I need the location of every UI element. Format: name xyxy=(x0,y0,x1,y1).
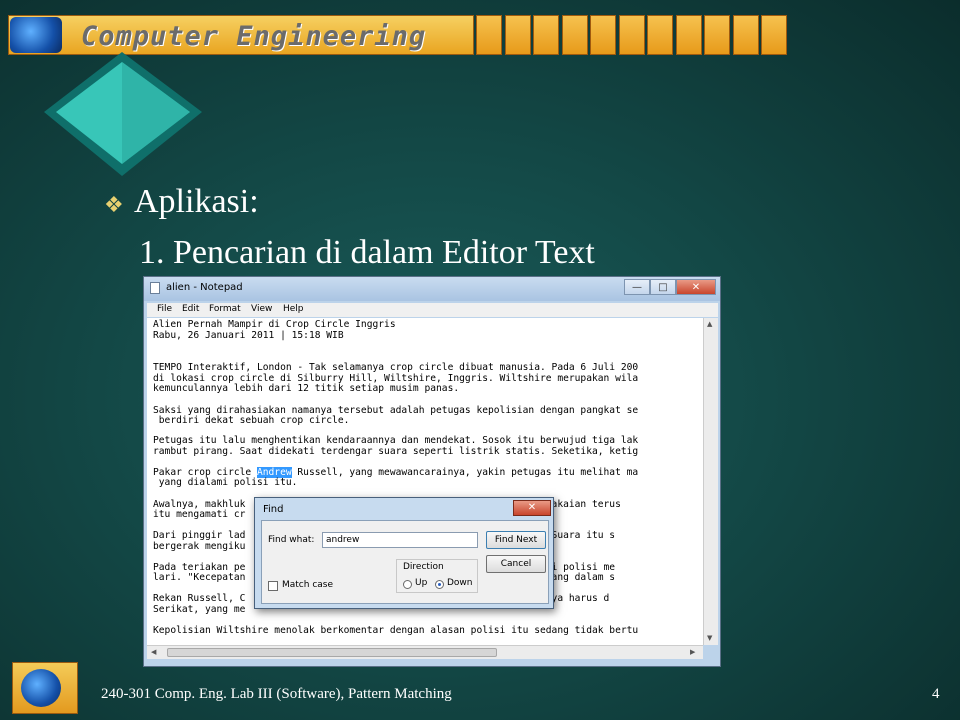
match-case-checkbox[interactable] xyxy=(268,581,278,591)
header-title-panel: Computer Engineering xyxy=(8,15,474,55)
header-decor-cell xyxy=(761,15,787,55)
text-line: yang dialami polisi itu. xyxy=(153,477,298,488)
menu-file[interactable]: File xyxy=(157,304,172,314)
header-banner: Computer Engineering xyxy=(8,15,787,55)
find-what-input[interactable] xyxy=(322,532,478,548)
header-decor-cell xyxy=(561,15,588,55)
maximize-button[interactable]: □ xyxy=(650,279,676,295)
direction-down-radio[interactable] xyxy=(435,580,444,589)
scroll-right-icon[interactable]: ▶ xyxy=(690,648,695,656)
text-line: kemunculannya lebih dari 12 titik setiap… xyxy=(153,383,460,394)
horizontal-scroll-thumb[interactable] xyxy=(167,648,497,657)
menu-edit[interactable]: Edit xyxy=(182,304,199,314)
menu-view[interactable]: View xyxy=(251,304,272,314)
text-line: Kepolisian Wiltshire menolak berkomentar… xyxy=(153,625,639,636)
notepad-document-icon xyxy=(150,282,160,294)
header-decor-cell xyxy=(704,15,730,55)
direction-up-label: Up xyxy=(415,578,428,588)
text-line: Rabu, 26 Januari 2011 | 15:18 WIB xyxy=(153,330,344,341)
menu-bar: File Edit Format View Help xyxy=(147,303,718,317)
text-line: rambut pirang. Saat didekati terdengar s… xyxy=(153,446,639,457)
menu-format[interactable]: Format xyxy=(209,304,241,314)
scroll-left-icon[interactable]: ◀ xyxy=(151,648,156,656)
text-line: berdiri dekat sebuah crop circle. xyxy=(153,415,350,426)
footer-logo-icon xyxy=(12,662,78,714)
find-what-label: Find what: xyxy=(268,535,315,545)
vertical-scrollbar[interactable]: ▲ ▼ xyxy=(703,318,718,645)
diamond-decoration xyxy=(44,52,202,176)
cancel-button[interactable]: Cancel xyxy=(486,555,546,573)
scroll-down-icon[interactable]: ▼ xyxy=(707,634,712,642)
header-decor-cell xyxy=(533,15,559,55)
slide-heading: Aplikasi: xyxy=(134,183,259,220)
header-title: Computer Engineering xyxy=(81,21,427,52)
close-button[interactable]: ✕ xyxy=(676,279,716,295)
menu-help[interactable]: Help xyxy=(283,304,304,314)
text-after-match: Russell, yang mewawancarainya, yakin pet… xyxy=(291,467,639,478)
globe-logo-icon xyxy=(10,17,62,53)
find-dialog-body: Find what: Find Next Cancel Direction Up… xyxy=(261,520,549,604)
header-decor-cell xyxy=(675,15,702,55)
text-line: itu mengamati cr xyxy=(153,509,246,520)
text-line: bergerak mengiku xyxy=(153,541,246,552)
notepad-title: alien - Notepad xyxy=(166,282,243,293)
find-dialog: Find ✕ Find what: Find Next Cancel Direc… xyxy=(254,497,554,609)
find-next-button[interactable]: Find Next xyxy=(486,531,546,549)
globe-icon xyxy=(21,669,61,707)
direction-down-label: Down xyxy=(447,578,473,588)
find-dialog-title: Find xyxy=(263,504,284,515)
horizontal-scrollbar[interactable]: ◀ ▶ xyxy=(147,645,703,659)
header-decor-cell xyxy=(590,15,616,55)
direction-group: Direction Up Down xyxy=(396,559,478,593)
match-case-label: Match case xyxy=(282,580,334,590)
find-close-button[interactable]: ✕ xyxy=(513,500,551,516)
header-decor-cell xyxy=(504,15,531,55)
text-line: Serikat, yang me xyxy=(153,604,246,615)
direction-up-radio[interactable] xyxy=(403,580,412,589)
notepad-titlebar[interactable]: alien - Notepad — □ ✕ xyxy=(144,277,720,301)
slide-subheading: 1. Pencarian di dalam Editor Text xyxy=(139,234,595,271)
minimize-button[interactable]: — xyxy=(624,279,650,295)
header-decor-cell xyxy=(647,15,673,55)
diamond-bullet-icon: ❖ xyxy=(104,192,124,217)
header-decor-cell xyxy=(732,15,759,55)
header-decor-cell xyxy=(476,15,502,55)
header-decor-cell xyxy=(618,15,645,55)
footer-text: 240-301 Comp. Eng. Lab III (Software), P… xyxy=(101,686,452,702)
direction-label: Direction xyxy=(403,562,444,572)
page-number: 4 xyxy=(932,686,940,702)
scroll-up-icon[interactable]: ▲ xyxy=(707,320,712,328)
